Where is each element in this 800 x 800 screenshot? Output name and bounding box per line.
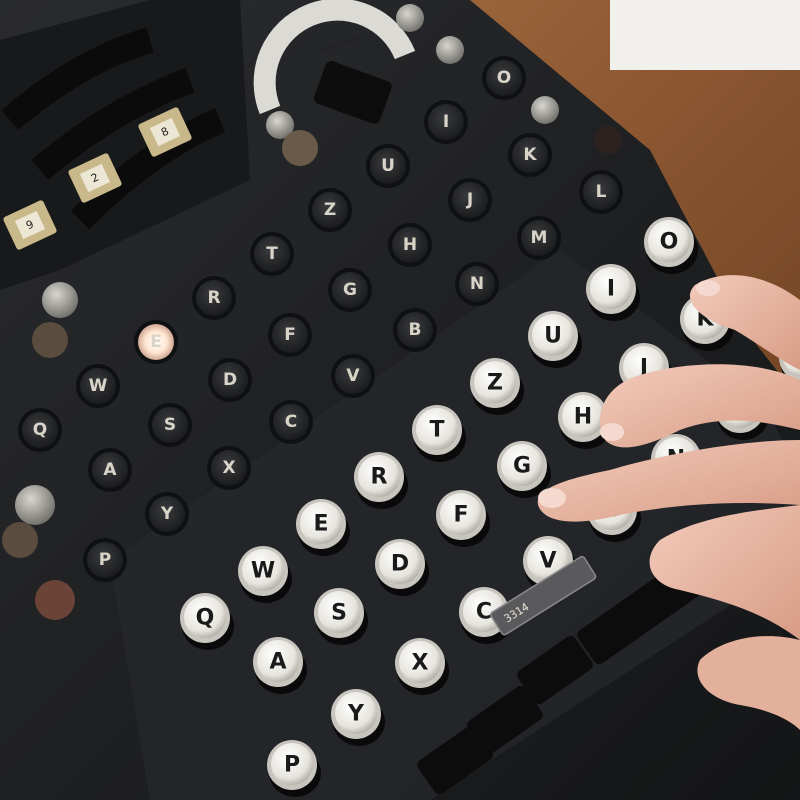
lamp: R (192, 276, 236, 320)
lamp: D (208, 358, 252, 402)
lamp: E (134, 320, 178, 364)
lamp-letter: E (150, 332, 162, 352)
key-letter: Z (487, 371, 503, 396)
key-letter: C (476, 600, 492, 625)
lamp-letter: D (223, 370, 237, 390)
key-letter: U (544, 324, 562, 349)
lamp: Z (308, 188, 352, 232)
key-letter: V (539, 549, 556, 574)
lamp-letter: T (266, 244, 278, 264)
lamp-letter: J (466, 190, 473, 210)
lamp-letter: V (346, 366, 360, 386)
lamp: A (88, 448, 132, 492)
lamp-letter: Q (33, 420, 47, 440)
key-letter: P (284, 753, 300, 778)
lamp-letter: W (89, 376, 108, 396)
enigma-photo: 928 Ringstellung QWERTZUIOASDFGHJKPYXCVB… (0, 0, 800, 800)
lamp-letter: R (207, 288, 220, 308)
lamp: W (76, 364, 120, 408)
lamp-letter: P (99, 550, 111, 570)
lamp-letter: X (222, 458, 235, 478)
lamp-letter: G (343, 280, 357, 300)
lamp: N (455, 262, 499, 306)
lamp: Y (145, 492, 189, 536)
lamp: F (268, 313, 312, 357)
key-letter: E (313, 512, 328, 537)
key-letter: R (371, 465, 388, 490)
lamp-letter: O (497, 68, 511, 88)
lamp: V (331, 354, 375, 398)
lamp: M (517, 216, 561, 260)
lamp-letter: M (531, 228, 548, 248)
key-letter: I (607, 277, 615, 302)
lamp: G (328, 268, 372, 312)
lamp: B (393, 308, 437, 352)
lamp: S (148, 403, 192, 447)
key-letter: S (331, 601, 347, 626)
paper-corner (610, 0, 800, 70)
key-letter: X (412, 651, 429, 676)
lamp-letter: Y (160, 504, 174, 524)
fingernail (538, 488, 566, 508)
key-letter: W (251, 559, 275, 584)
lamp-letter: Z (324, 200, 336, 220)
lamp-letter: B (409, 320, 422, 340)
lamp: O (482, 56, 526, 100)
fingernail (600, 423, 624, 441)
key-letter: T (429, 418, 444, 443)
lamp: L (579, 170, 623, 214)
lamp-letter: F (284, 325, 296, 345)
lamp: H (388, 223, 432, 267)
lamp-letter: I (443, 112, 449, 132)
key-letter: H (574, 405, 592, 430)
lamp-letter: C (285, 412, 297, 432)
lamp-letter: L (596, 182, 607, 202)
enigma-scene: 928 Ringstellung QWERTZUIOASDFGHJKPYXCVB… (0, 0, 800, 800)
lamp: K (508, 133, 552, 177)
fingernail (696, 280, 720, 296)
key-letter: Q (196, 606, 215, 631)
lamp-letter: U (381, 156, 395, 176)
lamp-letter: A (103, 460, 117, 480)
lamp-letter: K (523, 145, 537, 165)
lamp-letter: N (470, 274, 484, 294)
key-letter: Y (347, 702, 365, 727)
lamp: Q (18, 408, 62, 452)
lamp-letter: S (164, 415, 176, 435)
lamp: X (207, 446, 251, 490)
lamp: I (424, 100, 468, 144)
lamp: U (366, 144, 410, 188)
lamp: J (448, 178, 492, 222)
lamp-letter: H (403, 235, 417, 255)
lamp: T (250, 232, 294, 276)
lamp: P (83, 538, 127, 582)
key-letter: O (660, 230, 679, 255)
key-letter: G (513, 454, 531, 479)
key-letter: F (453, 503, 468, 528)
key-letter: D (391, 552, 409, 577)
key-letter: A (269, 650, 286, 675)
lamp: C (269, 400, 313, 444)
